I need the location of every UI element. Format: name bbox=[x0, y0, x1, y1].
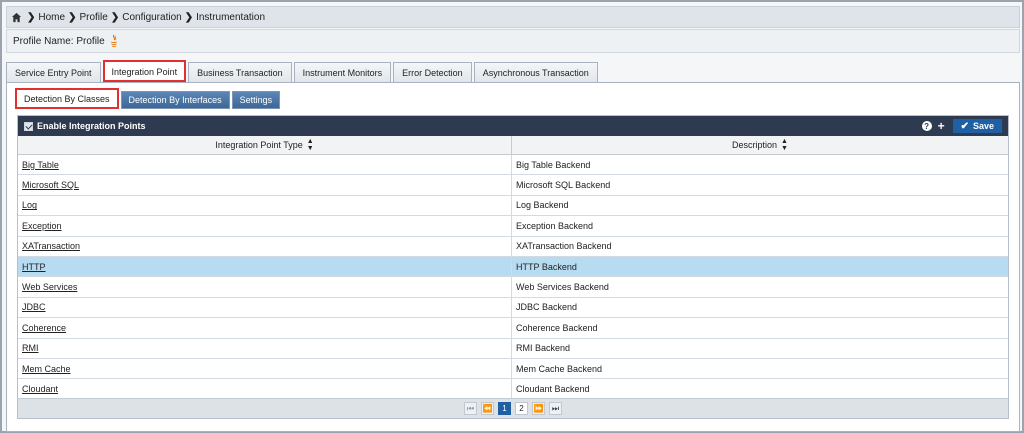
sort-icon: ▲ ▼ bbox=[306, 138, 314, 152]
subtab-detection-by-interfaces[interactable]: Detection By Interfaces bbox=[120, 91, 230, 109]
page-1-button[interactable]: 1 bbox=[498, 402, 511, 415]
row-type-link[interactable]: HTTP bbox=[22, 262, 46, 272]
sub-tabs: Detection By Classes Detection By Interf… bbox=[15, 87, 282, 109]
integration-points-grid: Enable Integration Points ? + ✔ Save Int… bbox=[17, 115, 1009, 419]
sort-icon: ▲ ▼ bbox=[781, 138, 788, 152]
chevron-right-icon: ❯ bbox=[184, 11, 194, 23]
app-frame: ❯ Home ❯ Profile ❯ Configuration ❯ Instr… bbox=[0, 0, 1024, 433]
row-type-link[interactable]: Microsoft SQL bbox=[22, 180, 79, 190]
profile-bar: Profile Name: Profile bbox=[6, 29, 1020, 53]
table-row[interactable]: Big Table Big Table Backend bbox=[18, 155, 1008, 176]
tab-integration-point[interactable]: Integration Point bbox=[102, 60, 187, 82]
grid-toolbar: Enable Integration Points ? + ✔ Save bbox=[18, 116, 1008, 136]
row-type-link[interactable]: Cloudant bbox=[22, 384, 58, 394]
row-description: Exception Backend bbox=[516, 220, 594, 231]
row-description: HTTP Backend bbox=[516, 261, 577, 272]
last-page-icon[interactable]: ⏭ bbox=[549, 402, 562, 415]
row-type-link[interactable]: XATransaction bbox=[22, 241, 80, 251]
row-type-link[interactable]: Exception bbox=[22, 221, 62, 231]
row-description: JDBC Backend bbox=[516, 302, 578, 313]
row-description: XATransaction Backend bbox=[516, 241, 612, 252]
table-row[interactable]: Web Services Web Services Backend bbox=[18, 277, 1008, 298]
check-icon: ✔ bbox=[960, 120, 969, 132]
row-description: Web Services Backend bbox=[516, 282, 609, 293]
table-row[interactable]: XATransaction XATransaction Backend bbox=[18, 236, 1008, 257]
grid-body: Big Table Big Table Backend Microsoft SQ… bbox=[18, 155, 1008, 400]
row-type-link[interactable]: Big Table bbox=[22, 160, 59, 170]
breadcrumb-home[interactable]: Home bbox=[38, 12, 65, 23]
breadcrumb-configuration[interactable]: Configuration bbox=[122, 12, 181, 23]
save-label: Save bbox=[972, 121, 994, 131]
table-row[interactable]: Exception Exception Backend bbox=[18, 216, 1008, 237]
breadcrumb-profile[interactable]: Profile bbox=[79, 12, 107, 23]
chevron-right-icon: ❯ bbox=[68, 11, 77, 23]
row-description: RMI Backend bbox=[516, 343, 571, 354]
prev-page-icon[interactable]: ⏪ bbox=[481, 402, 494, 415]
column-header-type[interactable]: Integration Point Type ▲ ▼ bbox=[18, 136, 512, 154]
table-row[interactable]: Coherence Coherence Backend bbox=[18, 318, 1008, 339]
row-type-link[interactable]: Web Services bbox=[22, 282, 77, 292]
first-page-icon[interactable]: ⏮ bbox=[464, 402, 477, 415]
tab-business-transaction[interactable]: Business Transaction bbox=[188, 62, 292, 82]
add-icon[interactable]: + bbox=[938, 120, 945, 132]
row-type-link[interactable]: Coherence bbox=[22, 323, 66, 333]
main-tabs: Service Entry Point Integration Point Bu… bbox=[6, 60, 1020, 82]
column-header-description[interactable]: Description ▲ ▼ bbox=[512, 136, 1008, 154]
save-button[interactable]: ✔ Save bbox=[952, 119, 1002, 133]
breadcrumb: ❯ Home ❯ Profile ❯ Configuration ❯ Instr… bbox=[6, 6, 1020, 28]
row-description: Big Table Backend bbox=[516, 159, 591, 170]
row-description: Microsoft SQL Backend bbox=[516, 180, 611, 191]
next-page-icon[interactable]: ⏩ bbox=[532, 402, 545, 415]
table-row[interactable]: RMI RMI Backend bbox=[18, 338, 1008, 359]
help-icon[interactable]: ? bbox=[921, 121, 932, 131]
row-type-link[interactable]: Mem Cache bbox=[22, 364, 71, 374]
table-row-selected[interactable]: HTTP HTTP Backend bbox=[18, 256, 1008, 278]
page-2-button[interactable]: 2 bbox=[515, 402, 528, 415]
row-description: Mem Cache Backend bbox=[516, 363, 603, 374]
table-row[interactable]: Mem Cache Mem Cache Backend bbox=[18, 358, 1008, 380]
chevron-right-icon: ❯ bbox=[27, 11, 36, 23]
grid-header: Integration Point Type ▲ ▼ Description ▲ ▼ bbox=[18, 136, 1008, 155]
subtab-detection-by-classes[interactable]: Detection By Classes bbox=[15, 88, 119, 109]
tab-instrument-monitors[interactable]: Instrument Monitors bbox=[293, 62, 392, 82]
row-type-link[interactable]: Log bbox=[22, 200, 37, 210]
row-description: Coherence Backend bbox=[516, 322, 598, 333]
tab-error-detection[interactable]: Error Detection bbox=[393, 62, 472, 82]
row-description: Cloudant Backend bbox=[516, 383, 590, 394]
row-type-link[interactable]: RMI bbox=[22, 343, 39, 353]
enable-all-checkbox[interactable] bbox=[24, 121, 33, 131]
table-row[interactable]: JDBC JDBC Backend bbox=[18, 297, 1008, 319]
profile-name-label: Profile Name: Profile bbox=[13, 35, 105, 47]
tab-service-entry-point[interactable]: Service Entry Point bbox=[6, 62, 101, 82]
home-icon[interactable] bbox=[11, 12, 22, 23]
table-row[interactable]: Cloudant Cloudant Backend bbox=[18, 379, 1008, 400]
pager: ⏮ ⏪ 1 2 ⏩ ⏭ bbox=[18, 398, 1008, 418]
chevron-right-icon: ❯ bbox=[110, 11, 120, 23]
subtab-settings[interactable]: Settings bbox=[231, 91, 281, 109]
tab-asynchronous-transaction[interactable]: Asynchronous Transaction bbox=[473, 62, 598, 82]
table-row[interactable]: Log Log Backend bbox=[18, 195, 1008, 217]
breadcrumb-instrumentation: Instrumentation bbox=[196, 11, 266, 23]
row-type-link[interactable]: JDBC bbox=[22, 302, 46, 312]
grid-title: Enable Integration Points bbox=[37, 121, 146, 131]
table-row[interactable]: Microsoft SQL Microsoft SQL Backend bbox=[18, 175, 1008, 196]
java-icon bbox=[110, 34, 117, 47]
integration-point-panel: Detection By Classes Detection By Interf… bbox=[6, 82, 1020, 432]
row-description: Log Backend bbox=[516, 200, 569, 211]
